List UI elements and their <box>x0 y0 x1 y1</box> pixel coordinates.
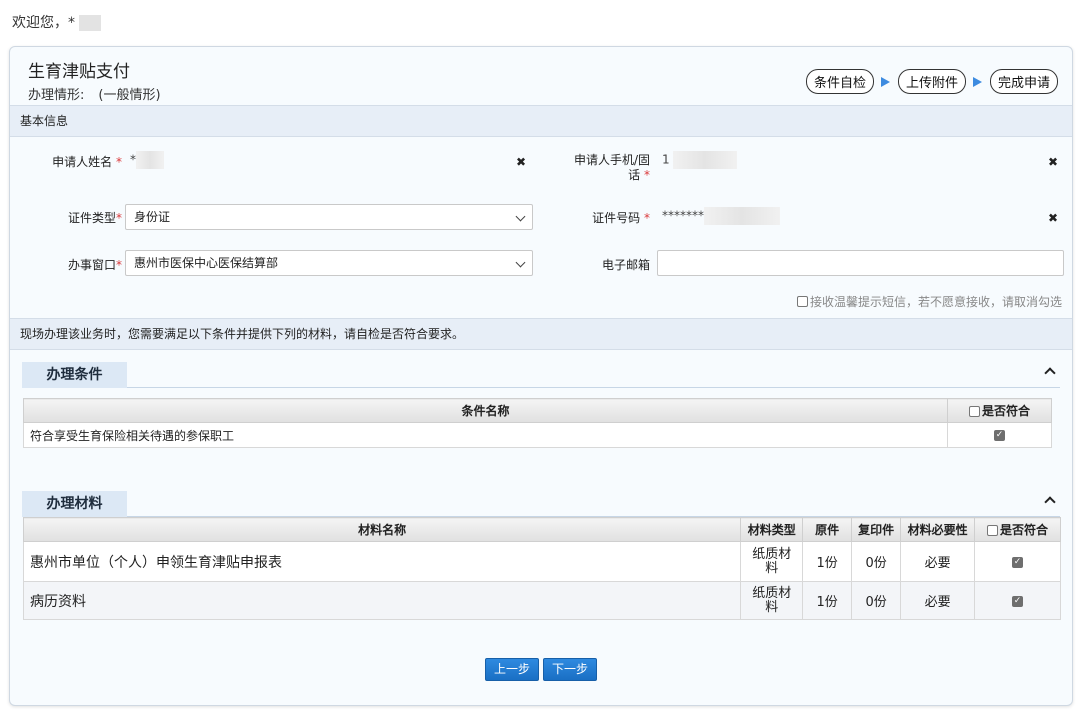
chevron-up-icon[interactable] <box>1044 367 1056 379</box>
case-type: 办理情形: (一般情形) <box>28 84 161 103</box>
arrow-right-icon <box>874 76 898 87</box>
applicant-phone-value[interactable]: 1 <box>662 151 738 169</box>
copy-cell: 0份 <box>851 581 902 620</box>
condition-name-cell: 符合享受生育保险相关待遇的参保职工 <box>22 422 949 448</box>
table-row: 符合享受生育保险相关待遇的参保职工 ✓ <box>22 422 1052 448</box>
column-header-original: 原件 <box>802 517 853 542</box>
service-window-value: 惠州市医保中心医保结算部 <box>134 256 279 270</box>
masked-username <box>79 15 101 31</box>
arrow-right-icon <box>966 76 990 87</box>
row-checkbox[interactable]: ✓ <box>1012 595 1024 607</box>
id-number-label: 证件号码 * <box>592 211 650 225</box>
table-header-row: 材料名称 材料类型 原件 复印件 材料必要性 是否符合 <box>22 517 1061 542</box>
column-header-material-type: 材料类型 <box>740 517 804 542</box>
row-checkbox[interactable]: ✓ <box>994 430 1006 441</box>
conditions-table: 条件名称 是否符合 符合享受生育保险相关待遇的参保职工 ✓ <box>22 398 1052 448</box>
applicant-name-value[interactable]: * <box>130 151 164 169</box>
column-header-compliance: 是否符合 <box>947 398 1052 423</box>
step-indicator: 条件自检 上传附件 完成申请 <box>805 69 1058 94</box>
main-panel: 生育津贴支付 办理情形: (一般情形) 条件自检 上传附件 完成申请 基本信息 申… <box>9 46 1073 706</box>
email-field[interactable] <box>657 250 1064 276</box>
id-type-select[interactable]: 身份证 <box>125 204 533 230</box>
column-header-compliance: 是否符合 <box>974 517 1061 542</box>
conditions-section-header: 办理条件 <box>22 362 1060 388</box>
original-cell: 1份 <box>802 581 853 620</box>
service-window-label: 办事窗口* <box>67 258 122 272</box>
compliance-cell: ✓ <box>974 541 1061 582</box>
conditions-section-title: 办理条件 <box>22 362 127 388</box>
previous-step-button[interactable]: 上一步 <box>485 658 539 681</box>
id-number-value[interactable]: ******* <box>662 207 780 225</box>
materials-table: 材料名称 材料类型 原件 复印件 材料必要性 是否符合 惠州市单位（个人）申领生… <box>22 517 1061 620</box>
compliance-cell: ✓ <box>947 422 1052 448</box>
clear-id-number-icon[interactable]: ✖ <box>1048 211 1058 225</box>
id-type-value: 身份证 <box>134 210 171 224</box>
clear-phone-icon[interactable]: ✖ <box>1048 155 1058 169</box>
email-label: 电子邮箱 <box>601 258 650 272</box>
step-complete-application[interactable]: 完成申请 <box>989 69 1058 94</box>
applicant-name-label: 申请人姓名 * <box>52 155 122 169</box>
welcome-label: 欢迎您，* <box>12 15 75 31</box>
materials-section-title: 办理材料 <box>22 491 127 517</box>
chevron-up-icon[interactable] <box>1044 496 1056 508</box>
case-type-label: 办理情形: <box>28 88 85 103</box>
welcome-text: 欢迎您，* <box>12 12 101 32</box>
sms-checkbox[interactable] <box>796 296 808 307</box>
necessity-cell: 必要 <box>900 541 976 582</box>
column-header-copy: 复印件 <box>851 517 902 542</box>
copy-cell: 0份 <box>851 541 902 582</box>
table-row: 病历资料 纸质材料 1份 0份 必要 ✓ <box>22 581 1061 620</box>
material-type-cell: 纸质材料 <box>740 581 804 620</box>
sms-notice: 接收温馨提示短信，若不愿意接收，请取消勾选 <box>796 293 1062 310</box>
id-type-label: 证件类型* <box>67 211 122 225</box>
applicant-phone-label: 申请人手机/固话 * <box>573 153 650 182</box>
next-step-button[interactable]: 下一步 <box>543 658 597 681</box>
chevron-down-icon <box>515 257 526 268</box>
clear-name-icon[interactable]: ✖ <box>516 155 526 169</box>
compliance-cell: ✓ <box>974 581 1061 620</box>
row-checkbox[interactable]: ✓ <box>1012 556 1024 568</box>
material-type-cell: 纸质材料 <box>740 541 804 582</box>
column-header-necessity: 材料必要性 <box>900 517 976 542</box>
material-name-cell: 惠州市单位（个人）申领生育津贴申报表 <box>22 541 742 582</box>
sms-notice-text: 接收温馨提示短信，若不愿意接收，请取消勾选 <box>809 295 1062 309</box>
step-condition-check[interactable]: 条件自检 <box>805 69 874 94</box>
materials-section-header: 办理材料 <box>22 491 1060 517</box>
case-type-value: (一般情形) <box>98 88 161 103</box>
basic-info-header: 基本信息 <box>10 105 1072 137</box>
material-name-cell: 病历资料 <box>22 581 742 620</box>
select-all-checkbox[interactable] <box>969 406 981 417</box>
step-upload-attachments[interactable]: 上传附件 <box>897 69 966 94</box>
table-row: 惠州市单位（个人）申领生育津贴申报表 纸质材料 1份 0份 必要 ✓ <box>22 541 1061 582</box>
column-header-material-name: 材料名称 <box>22 517 742 542</box>
select-all-checkbox[interactable] <box>987 525 999 536</box>
chevron-down-icon <box>515 211 526 222</box>
original-cell: 1份 <box>802 541 853 582</box>
table-header-row: 条件名称 是否符合 <box>22 398 1052 423</box>
notice-bar: 现场办理该业务时，您需要满足以下条件并提供下列的材料，请自检是否符合要求。 <box>10 318 1072 350</box>
column-header-condition-name: 条件名称 <box>22 398 949 423</box>
necessity-cell: 必要 <box>900 581 976 620</box>
service-window-select[interactable]: 惠州市医保中心医保结算部 <box>125 250 533 276</box>
page-title: 生育津贴支付 <box>28 62 130 82</box>
